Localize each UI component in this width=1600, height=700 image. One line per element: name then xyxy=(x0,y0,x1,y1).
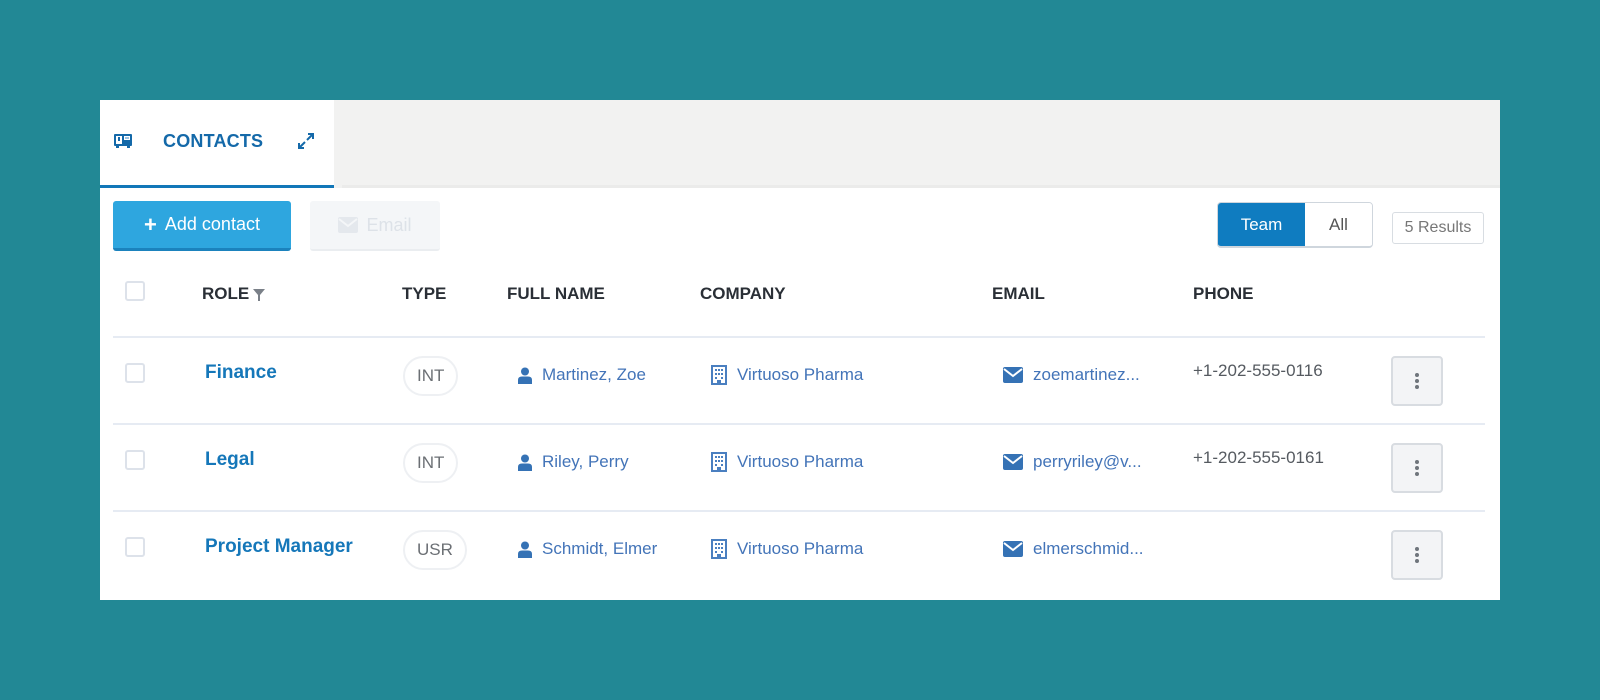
email-text: perryriley@v... xyxy=(1033,452,1142,471)
full-name-text: Schmidt, Elmer xyxy=(542,539,658,558)
phone-text: +1-202-555-0116 xyxy=(1193,361,1323,380)
column-role-label: ROLE xyxy=(202,284,250,303)
email-button-label: Email xyxy=(366,214,412,235)
table-row: Finance INT Martinez, Zoe Virtuoso Pharm… xyxy=(113,338,1485,425)
row-menu-button[interactable] xyxy=(1391,443,1443,493)
company-text: Virtuoso Pharma xyxy=(737,365,864,384)
scope-team-button[interactable]: Team xyxy=(1218,203,1305,246)
building-icon xyxy=(711,365,727,385)
company-link[interactable]: Virtuoso Pharma xyxy=(711,452,863,472)
email-link[interactable]: zoemartinez... xyxy=(1003,365,1140,385)
company-text: Virtuoso Pharma xyxy=(737,452,864,471)
role-link[interactable]: Legal xyxy=(205,449,255,471)
table-row: Legal INT Riley, Perry Virtuoso Pharma p… xyxy=(113,425,1485,512)
more-vertical-icon xyxy=(1415,373,1419,389)
column-full-name[interactable]: FULL NAME xyxy=(507,284,605,304)
role-link[interactable]: Finance xyxy=(205,362,277,384)
contacts-table: ROLE TYPE FULL NAME COMPANY EMAIL PHONE … xyxy=(113,258,1485,599)
phone-text: +1-202-555-0161 xyxy=(1193,448,1324,467)
row-checkbox[interactable] xyxy=(125,537,145,557)
envelope-icon xyxy=(1003,367,1023,383)
table-header: ROLE TYPE FULL NAME COMPANY EMAIL PHONE xyxy=(113,258,1485,338)
table-row: Project Manager USR Schmidt, Elmer Virtu… xyxy=(113,512,1485,599)
column-type[interactable]: TYPE xyxy=(402,284,446,304)
tab-label: CONTACTS xyxy=(163,131,264,151)
envelope-icon xyxy=(338,217,359,233)
row-menu-button[interactable] xyxy=(1391,356,1443,406)
building-icon xyxy=(711,539,727,559)
envelope-icon xyxy=(1003,541,1023,557)
person-icon xyxy=(518,454,532,471)
select-all-checkbox[interactable] xyxy=(125,281,145,301)
company-text: Virtuoso Pharma xyxy=(737,539,864,558)
type-badge: INT xyxy=(403,356,459,396)
column-role[interactable]: ROLE xyxy=(202,284,266,304)
column-email[interactable]: EMAIL xyxy=(992,284,1045,304)
email-text: zoemartinez... xyxy=(1033,365,1140,384)
tab-bar: CONTACTS xyxy=(100,100,1500,188)
row-checkbox[interactable] xyxy=(125,450,145,470)
email-text: elmerschmid... xyxy=(1033,539,1144,558)
contacts-panel: CONTACTS + Add contact Email Team All 5 … xyxy=(100,100,1500,600)
full-name-link[interactable]: Schmidt, Elmer xyxy=(518,539,657,559)
company-link[interactable]: Virtuoso Pharma xyxy=(711,539,863,559)
type-badge: INT xyxy=(403,443,459,483)
email-link[interactable]: perryriley@v... xyxy=(1003,452,1142,472)
row-menu-button[interactable] xyxy=(1391,530,1443,580)
more-vertical-icon xyxy=(1415,547,1419,563)
scope-all-button[interactable]: All xyxy=(1305,203,1372,246)
results-count: 5 Results xyxy=(1392,212,1484,244)
more-vertical-icon xyxy=(1415,460,1419,476)
expand-icon[interactable] xyxy=(297,132,315,150)
full-name-text: Riley, Perry xyxy=(542,452,629,471)
contact-card-icon xyxy=(114,134,132,148)
building-icon xyxy=(711,452,727,472)
column-phone[interactable]: PHONE xyxy=(1193,284,1253,304)
person-icon xyxy=(518,367,532,384)
type-badge: USR xyxy=(403,530,467,570)
toolbar: + Add contact Email Team All 5 Results xyxy=(100,188,1500,258)
company-link[interactable]: Virtuoso Pharma xyxy=(711,365,863,385)
plus-icon: + xyxy=(144,211,157,237)
role-link[interactable]: Project Manager xyxy=(205,536,353,558)
email-link[interactable]: elmerschmid... xyxy=(1003,539,1144,559)
filter-icon[interactable] xyxy=(253,288,266,301)
scope-toggle: Team All xyxy=(1217,202,1373,248)
row-checkbox[interactable] xyxy=(125,363,145,383)
full-name-link[interactable]: Riley, Perry xyxy=(518,452,629,472)
full-name-link[interactable]: Martinez, Zoe xyxy=(518,365,646,385)
tab-contacts[interactable]: CONTACTS xyxy=(100,100,334,188)
email-button[interactable]: Email xyxy=(310,201,440,251)
full-name-text: Martinez, Zoe xyxy=(542,365,646,384)
column-company[interactable]: COMPANY xyxy=(700,284,786,304)
add-contact-label: Add contact xyxy=(164,214,260,234)
person-icon xyxy=(518,541,532,558)
envelope-icon xyxy=(1003,454,1023,470)
add-contact-button[interactable]: + Add contact xyxy=(113,201,291,251)
